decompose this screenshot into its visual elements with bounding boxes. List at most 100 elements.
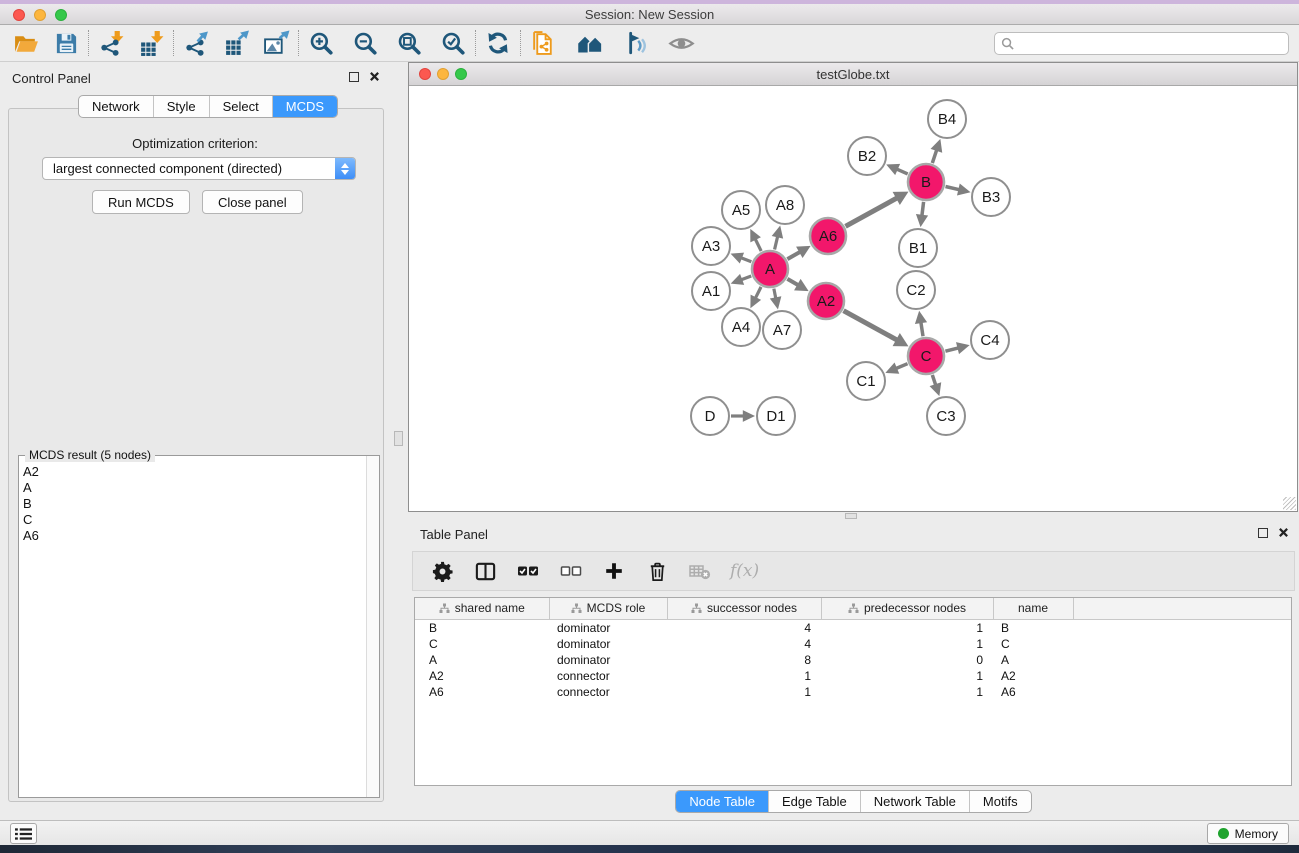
table-cell[interactable]: 1 bbox=[821, 619, 993, 636]
zoom-fit-icon[interactable] bbox=[393, 28, 425, 58]
zoom-selected-icon[interactable] bbox=[437, 28, 469, 58]
table-cell[interactable]: A2 bbox=[415, 668, 549, 684]
table-cell[interactable]: dominator bbox=[549, 619, 667, 636]
function-builder-icon[interactable]: f(x) bbox=[730, 558, 759, 584]
add-column-icon[interactable] bbox=[601, 558, 627, 584]
graph-edge-A-A4[interactable] bbox=[755, 287, 761, 299]
table-row[interactable]: Cdominator41C bbox=[415, 636, 1291, 652]
table-cell[interactable]: 1 bbox=[667, 668, 821, 684]
table-cell[interactable]: A bbox=[993, 652, 1073, 668]
mcds-result-item[interactable]: A2 bbox=[23, 464, 366, 480]
refresh-icon[interactable] bbox=[482, 28, 514, 58]
import-table-icon[interactable] bbox=[135, 28, 167, 58]
home-networks-icon[interactable] bbox=[573, 28, 605, 58]
eye-icon[interactable] bbox=[665, 28, 697, 58]
run-mcds-button[interactable]: Run MCDS bbox=[92, 190, 190, 214]
table-cell[interactable]: 1 bbox=[821, 668, 993, 684]
delete-column-icon[interactable] bbox=[644, 558, 670, 584]
float-panel-icon[interactable] bbox=[349, 72, 359, 82]
resize-grip-icon[interactable] bbox=[1283, 497, 1296, 510]
graph-edge-A2-C[interactable] bbox=[844, 311, 898, 341]
column-header[interactable]: name bbox=[993, 598, 1073, 619]
table-row[interactable]: Adominator80A bbox=[415, 652, 1291, 668]
graph-edge-B-B1[interactable] bbox=[922, 202, 924, 217]
table-cell[interactable]: 4 bbox=[667, 619, 821, 636]
table-row[interactable]: A2connector11A2 bbox=[415, 668, 1291, 684]
graph-edge-A-A5[interactable] bbox=[755, 238, 761, 251]
mcds-result-item[interactable]: C bbox=[23, 512, 366, 528]
table-cell[interactable]: 8 bbox=[667, 652, 821, 668]
table-cell[interactable]: 0 bbox=[821, 652, 993, 668]
table-cell[interactable]: 1 bbox=[821, 684, 993, 700]
export-network-icon[interactable] bbox=[180, 28, 212, 58]
column-header[interactable]: shared name bbox=[415, 598, 549, 619]
open-network-in-browser-icon[interactable] bbox=[527, 28, 559, 58]
export-image-icon[interactable] bbox=[260, 28, 292, 58]
graph-edge-A-A6[interactable] bbox=[787, 251, 801, 259]
network-window-titlebar[interactable]: testGlobe.txt bbox=[409, 63, 1297, 86]
table-cell[interactable]: 4 bbox=[667, 636, 821, 652]
mcds-result-item[interactable]: B bbox=[23, 496, 366, 512]
table-cell[interactable]: B bbox=[993, 619, 1073, 636]
graph-edge-A-A8[interactable] bbox=[775, 235, 778, 249]
table-cell[interactable]: dominator bbox=[549, 652, 667, 668]
table-cell[interactable]: B bbox=[415, 619, 549, 636]
graph-edge-A-A2[interactable] bbox=[787, 279, 799, 286]
task-history-button[interactable] bbox=[10, 823, 37, 844]
float-table-panel-icon[interactable] bbox=[1258, 528, 1268, 538]
table-cell[interactable]: A6 bbox=[415, 684, 549, 700]
graph-edge-A6-B[interactable] bbox=[846, 197, 898, 226]
zoom-out-icon[interactable] bbox=[349, 28, 381, 58]
table-cell[interactable]: connector bbox=[549, 668, 667, 684]
graph-edge-C-C4[interactable] bbox=[945, 348, 959, 352]
select-all-icon[interactable] bbox=[515, 558, 541, 584]
table-row[interactable]: Bdominator41B bbox=[415, 619, 1291, 636]
close-panel-button[interactable]: Close panel bbox=[202, 190, 303, 214]
open-session-icon[interactable] bbox=[10, 28, 42, 58]
delete-table-icon[interactable] bbox=[687, 558, 713, 584]
table-cell[interactable]: C bbox=[993, 636, 1073, 652]
import-network-icon[interactable] bbox=[95, 28, 127, 58]
close-table-panel-icon[interactable] bbox=[1278, 527, 1289, 538]
table-cell[interactable]: 1 bbox=[667, 684, 821, 700]
save-session-icon[interactable] bbox=[50, 28, 82, 58]
table-settings-icon[interactable] bbox=[429, 558, 455, 584]
tab-style[interactable]: Style bbox=[154, 96, 210, 117]
table-cell[interactable]: dominator bbox=[549, 636, 667, 652]
mcds-result-list[interactable]: A2ABCA6 bbox=[19, 458, 366, 797]
table-cell[interactable]: A6 bbox=[993, 684, 1073, 700]
tab-node-table[interactable]: Node Table bbox=[676, 791, 769, 812]
split-panel-icon[interactable] bbox=[472, 558, 498, 584]
mcds-result-item[interactable]: A6 bbox=[23, 528, 366, 544]
memory-button[interactable]: Memory bbox=[1207, 823, 1289, 844]
graphics-details-icon[interactable] bbox=[619, 28, 651, 58]
graph-edge-C-C2[interactable] bbox=[921, 321, 923, 336]
table-cell[interactable]: 1 bbox=[821, 636, 993, 652]
tab-select[interactable]: Select bbox=[210, 96, 273, 117]
column-header[interactable]: MCDS role bbox=[549, 598, 667, 619]
criterion-dropdown[interactable]: largest connected component (directed) bbox=[42, 157, 356, 180]
network-canvas[interactable]: AA1A2A3A4A5A6A7A8BB1B2B3B4CC1C2C3C4DD1 bbox=[409, 86, 1297, 511]
deselect-all-icon[interactable] bbox=[558, 558, 584, 584]
graph-edge-C-C1[interactable] bbox=[895, 364, 907, 369]
tab-network-table[interactable]: Network Table bbox=[861, 791, 970, 812]
mcds-result-item[interactable]: A bbox=[23, 480, 366, 496]
tab-edge-table[interactable]: Edge Table bbox=[769, 791, 861, 812]
zoom-in-icon[interactable] bbox=[305, 28, 337, 58]
table-cell[interactable]: C bbox=[415, 636, 549, 652]
column-header[interactable]: successor nodes bbox=[667, 598, 821, 619]
graph-edge-B-B3[interactable] bbox=[945, 186, 960, 189]
tab-motifs[interactable]: Motifs bbox=[970, 791, 1031, 812]
table-cell[interactable]: A bbox=[415, 652, 549, 668]
vertical-splitter-handle[interactable] bbox=[394, 431, 403, 446]
table-row[interactable]: A6connector11A6 bbox=[415, 684, 1291, 700]
graph-edge-B-B4[interactable] bbox=[932, 149, 937, 163]
column-header[interactable]: predecessor nodes bbox=[821, 598, 993, 619]
table-cell[interactable]: A2 bbox=[993, 668, 1073, 684]
export-table-icon[interactable] bbox=[220, 28, 252, 58]
tab-network[interactable]: Network bbox=[79, 96, 154, 117]
close-panel-icon[interactable] bbox=[369, 71, 380, 82]
search-input[interactable] bbox=[994, 32, 1289, 55]
table-cell[interactable]: connector bbox=[549, 684, 667, 700]
scrollbar-track[interactable] bbox=[366, 456, 379, 797]
